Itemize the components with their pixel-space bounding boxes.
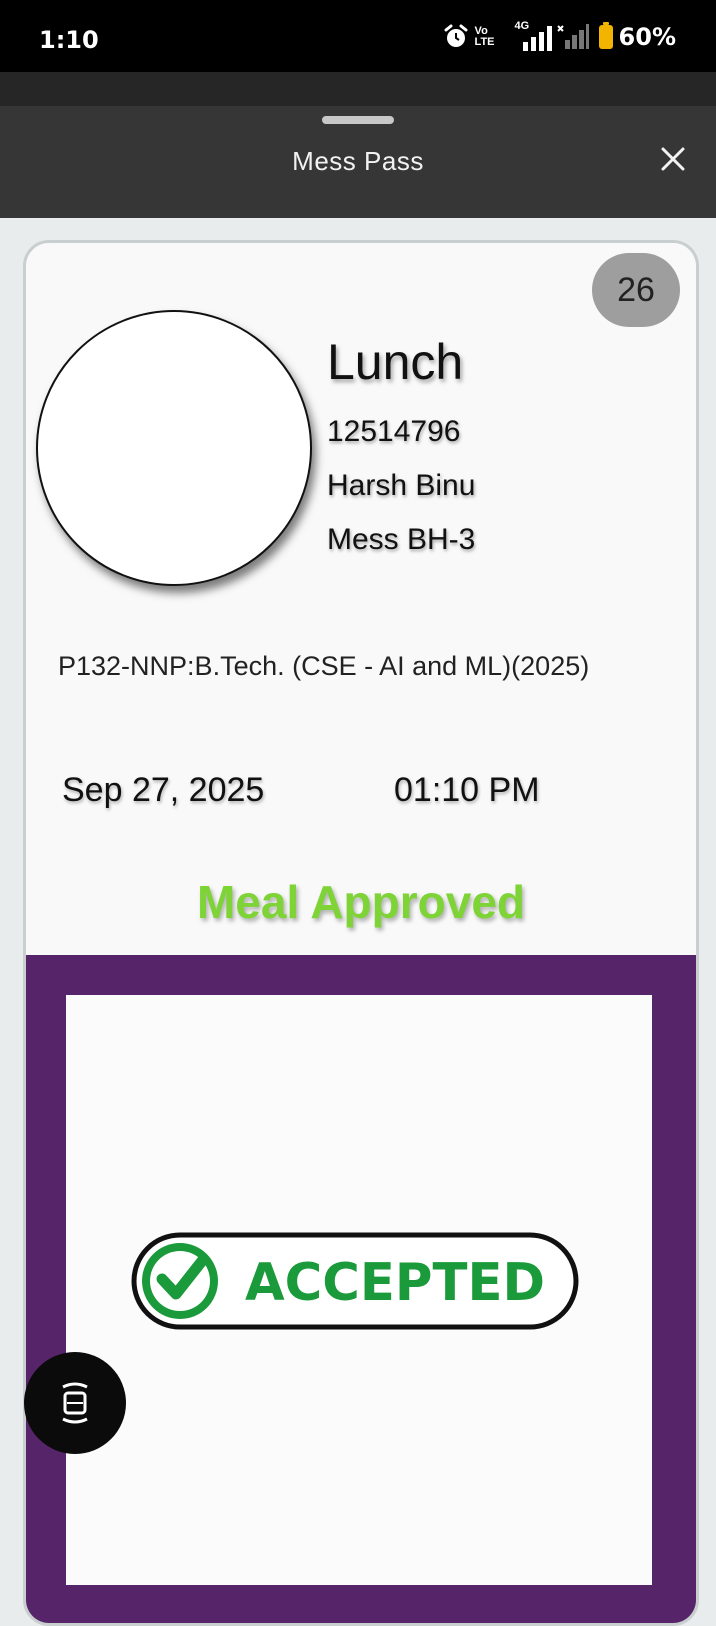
volte-label: Vo LTE [475,26,509,48]
pass-date: Sep 27, 2025 [62,771,265,809]
accepted-stamp: ACCEPTED [131,1232,579,1330]
status-time: 1:10 [39,26,99,54]
scan-icon [62,1382,88,1424]
close-icon [661,147,685,171]
close-button[interactable] [654,140,692,178]
meal-status: Meal Approved [196,876,526,928]
drag-handle[interactable] [322,116,394,124]
sheet-header: Mess Pass [0,106,716,218]
sheet-title: Mess Pass [292,146,424,176]
signal-icon [522,26,552,51]
scan-button[interactable] [24,1352,126,1454]
pass-time: 01:10 PM [394,771,540,809]
alarm-icon [444,24,468,47]
student-id: 12514796 [327,415,461,448]
battery-percent: 60% [618,23,676,51]
stamp-area: ACCEPTED [66,995,652,1585]
stamp-text: ACCEPTED [245,1253,545,1313]
status-bar: 1:10 Vo LTE 4G 60% [0,0,716,72]
signal-secondary-icon [556,24,589,49]
mess-name: Mess BH-3 [327,523,476,556]
signal-primary: 4G [515,20,552,51]
student-name: Harsh Binu [327,469,476,502]
counter-badge: 26 [592,253,680,327]
mess-pass-card: 26 Lunch 12514796 Harsh Binu Mess BH-3 P… [23,240,699,1626]
volte-bottom: LTE [474,36,495,48]
status-panel: ACCEPTED [26,955,696,1623]
status-indicators: Vo LTE 4G 60% [443,20,676,52]
program-label: P132-NNP:B.Tech. (CSE - AI and ML)(2025) [58,651,590,681]
avatar [36,310,312,586]
battery-icon [598,22,613,49]
app-background-band [0,72,716,106]
meal-type: Lunch [327,334,464,390]
check-circle-icon [142,1243,218,1319]
